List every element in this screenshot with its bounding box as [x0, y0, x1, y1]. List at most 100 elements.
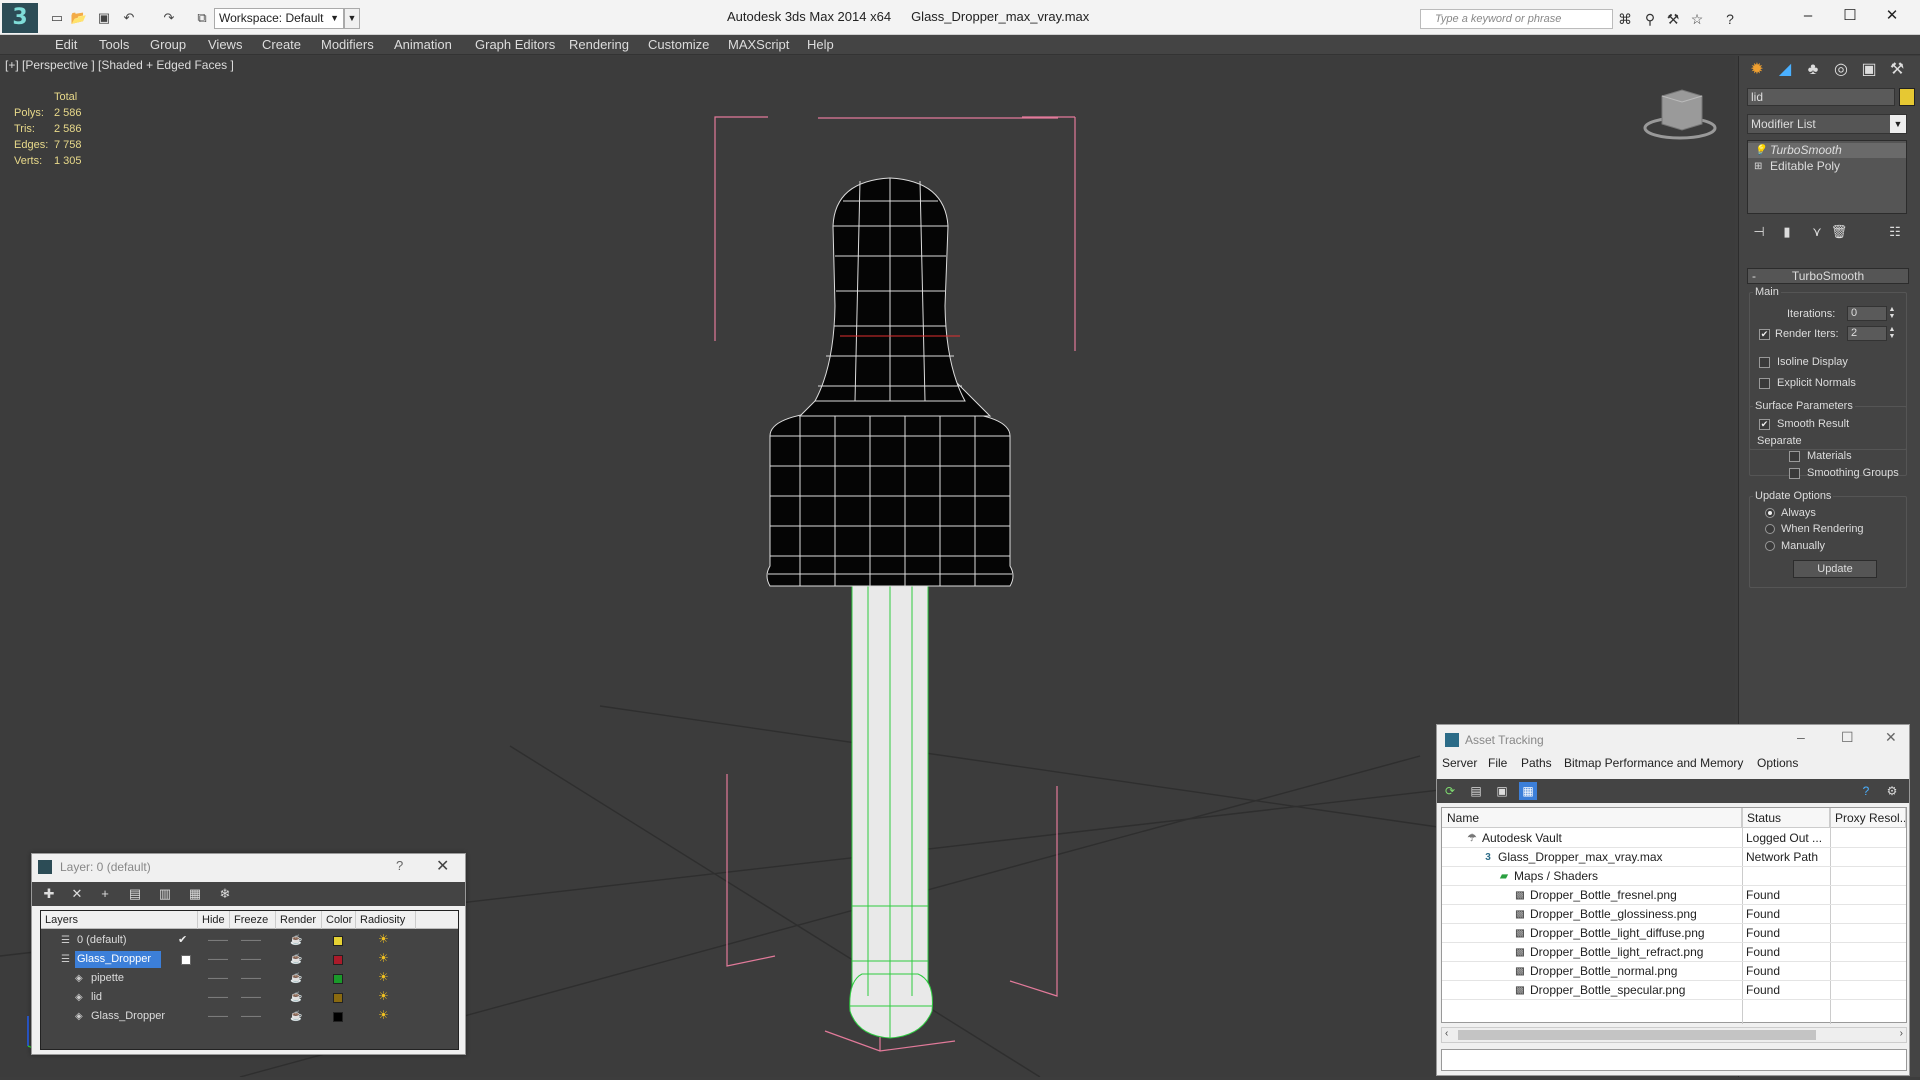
horizontal-scrollbar[interactable]: ‹ ›: [1441, 1027, 1907, 1043]
hierarchy-tab-icon[interactable]: ♣: [1801, 58, 1825, 82]
update-button[interactable]: Update: [1793, 560, 1877, 578]
freeze-toggle[interactable]: ——: [241, 950, 261, 969]
radiosity-lamp-icon[interactable]: ☀: [378, 930, 389, 949]
make-unique-icon[interactable]: ⋎: [1807, 222, 1827, 242]
object-color-swatch[interactable]: [1899, 88, 1915, 106]
scrollbar-thumb[interactable]: [1458, 1030, 1816, 1040]
help-icon[interactable]: ?: [1857, 782, 1875, 800]
menu-rendering[interactable]: Rendering: [569, 35, 629, 55]
column-layers[interactable]: Layers: [41, 911, 198, 929]
layer-row[interactable]: ◈ pipette —— —— ☕ ☀: [41, 969, 417, 988]
layer-name[interactable]: lid: [89, 989, 112, 1006]
hide-toggle[interactable]: ——: [208, 988, 228, 1007]
hide-toggle[interactable]: ——: [208, 950, 228, 969]
stack-item-turbosmooth[interactable]: 💡 TurboSmooth: [1748, 143, 1906, 158]
always-radio[interactable]: [1765, 508, 1775, 518]
render-teapot-icon[interactable]: ☕: [290, 1007, 302, 1026]
save-file-icon[interactable]: ▣: [95, 9, 113, 27]
asset-row[interactable]: ▰ Maps / Shaders: [1442, 867, 1906, 886]
layer-color-swatch[interactable]: [333, 955, 343, 965]
layer-name[interactable]: Glass_Dropper: [75, 951, 161, 968]
table-view-icon[interactable]: ▦: [1519, 782, 1537, 800]
workspace-menu-button[interactable]: ▼: [344, 8, 360, 29]
menu-paths[interactable]: Paths: [1521, 753, 1552, 773]
create-tab-icon[interactable]: ✹: [1745, 58, 1769, 82]
hide-toggle[interactable]: ——: [208, 969, 228, 988]
spinner-arrows-icon[interactable]: ▲ ▼: [1887, 326, 1897, 341]
freeze-all-icon[interactable]: ❄: [216, 885, 234, 903]
column-color[interactable]: Color: [322, 911, 356, 929]
app-logo-button[interactable]: 3: [2, 3, 38, 33]
maximize-button[interactable]: ☐: [1841, 729, 1854, 746]
radiosity-lamp-icon[interactable]: ☀: [378, 949, 389, 968]
hide-all-icon[interactable]: ▦: [186, 885, 204, 903]
render-teapot-icon[interactable]: ☕: [290, 969, 302, 988]
freeze-toggle[interactable]: ——: [241, 969, 261, 988]
menu-options[interactable]: Options: [1757, 753, 1798, 773]
current-layer-checkbox[interactable]: [181, 955, 191, 965]
undo-icon[interactable]: ↶: [120, 9, 138, 27]
column-freeze[interactable]: Freeze: [230, 911, 276, 929]
asset-row[interactable]: ▧ Dropper_Bottle_glossiness.png Found: [1442, 905, 1906, 924]
object-name-field[interactable]: lid: [1747, 88, 1895, 106]
close-icon[interactable]: ✕: [1885, 729, 1897, 746]
asset-row[interactable]: ☂ Autodesk Vault Logged Out ...: [1442, 829, 1906, 848]
layer-name[interactable]: Glass_Dropper: [89, 1008, 175, 1025]
menu-tools[interactable]: Tools: [99, 35, 129, 55]
utilities-tab-icon[interactable]: ⚒: [1885, 58, 1909, 82]
list-view-icon[interactable]: ▤: [1467, 782, 1485, 800]
lightbulb-icon[interactable]: 💡: [1754, 143, 1766, 158]
layer-row[interactable]: ☰ 0 (default) ✔ —— —— ☕ ☀: [41, 931, 417, 950]
radiosity-lamp-icon[interactable]: ☀: [378, 968, 389, 987]
add-to-layer-icon[interactable]: +: [96, 885, 114, 903]
column-radiosity[interactable]: Radiosity: [356, 911, 416, 929]
view-cube[interactable]: [1643, 89, 1717, 140]
explicit-normals-checkbox[interactable]: [1759, 378, 1770, 389]
modify-tab-icon[interactable]: ◢: [1773, 58, 1797, 82]
layer-color-swatch[interactable]: [333, 1012, 343, 1022]
asset-row[interactable]: ▧ Dropper_Bottle_normal.png Found: [1442, 962, 1906, 981]
layer-color-swatch[interactable]: [333, 993, 343, 1003]
asset-row[interactable]: ▧ Dropper_Bottle_light_diffuse.png Found: [1442, 924, 1906, 943]
layer-row[interactable]: ◈ Glass_Dropper —— —— ☕ ☀: [41, 1007, 417, 1026]
asset-row[interactable]: 3 Glass_Dropper_max_vray.max Network Path: [1442, 848, 1906, 867]
radiosity-lamp-icon[interactable]: ☀: [378, 1006, 389, 1025]
column-name[interactable]: Name: [1442, 808, 1742, 828]
help-icon[interactable]: ?: [1720, 10, 1740, 28]
pin-stack-icon[interactable]: ⊣: [1749, 222, 1769, 242]
smooth-result-checkbox[interactable]: ✔: [1759, 419, 1770, 430]
menu-animation[interactable]: Animation: [394, 35, 452, 55]
stack-item-editable-poly[interactable]: ⊞ Editable Poly: [1748, 159, 1906, 174]
layer-name[interactable]: pipette: [89, 970, 134, 987]
spinner-arrows-icon[interactable]: ▲ ▼: [1887, 306, 1897, 321]
render-teapot-icon[interactable]: ☕: [290, 950, 302, 969]
current-layer-check-icon[interactable]: ✔: [178, 931, 187, 950]
layer-color-swatch[interactable]: [333, 936, 343, 946]
open-file-icon[interactable]: 📂: [70, 9, 88, 27]
hide-toggle[interactable]: ——: [208, 1007, 228, 1026]
freeze-toggle[interactable]: ——: [241, 988, 261, 1007]
scroll-right-icon[interactable]: ›: [1900, 1028, 1903, 1039]
menu-help[interactable]: Help: [807, 35, 834, 55]
hide-toggle[interactable]: ——: [208, 931, 228, 950]
menu-edit[interactable]: Edit: [55, 35, 77, 55]
show-end-result-icon[interactable]: ▮: [1777, 222, 1797, 242]
menu-file[interactable]: File: [1488, 753, 1507, 773]
help-icon[interactable]: ?: [396, 858, 403, 873]
maximize-button[interactable]: ☐: [1830, 4, 1870, 28]
project-folder-icon[interactable]: ⧉: [193, 9, 211, 27]
manually-radio[interactable]: [1765, 541, 1775, 551]
column-render[interactable]: Render: [276, 911, 322, 929]
workspace-dropdown[interactable]: Workspace: Default ▼: [214, 8, 344, 29]
minimize-button[interactable]: –: [1788, 4, 1828, 28]
highlight-layer-icon[interactable]: ▥: [156, 885, 174, 903]
new-file-icon[interactable]: ▭: [48, 9, 66, 27]
column-status[interactable]: Status: [1742, 808, 1830, 828]
column-hide[interactable]: Hide: [198, 911, 230, 929]
scroll-left-icon[interactable]: ‹: [1445, 1028, 1448, 1039]
asset-row[interactable]: ▧ Dropper_Bottle_specular.png Found: [1442, 981, 1906, 1000]
layer-color-swatch[interactable]: [333, 974, 343, 984]
isoline-display-checkbox[interactable]: [1759, 357, 1770, 368]
radiosity-lamp-icon[interactable]: ☀: [378, 987, 389, 1006]
iterations-spinner[interactable]: 0: [1847, 306, 1887, 321]
